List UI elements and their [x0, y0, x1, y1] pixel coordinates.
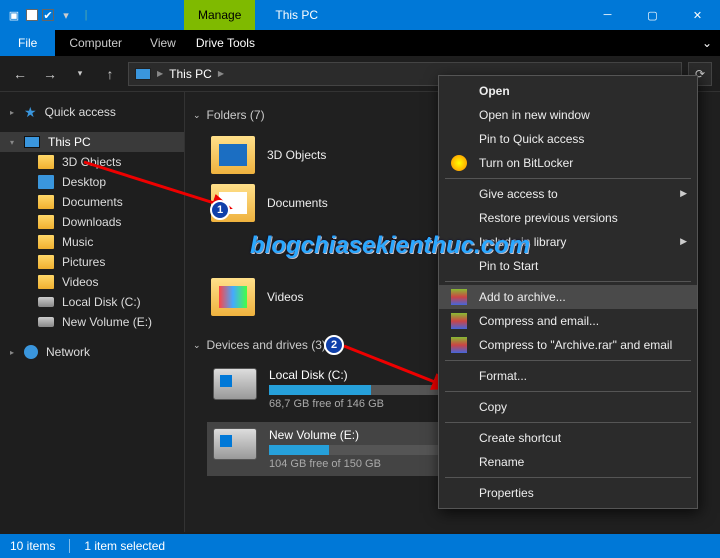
tab-computer[interactable]: Computer — [55, 30, 136, 56]
sidebar-item-desktop[interactable]: Desktop — [0, 172, 184, 192]
chevron-icon: ▶ — [218, 69, 224, 78]
usage-bar — [269, 445, 461, 455]
pc-icon — [135, 68, 151, 80]
up-button[interactable]: ↑ — [98, 62, 122, 86]
annotation-badge-1: 1 — [210, 200, 230, 220]
separator — [445, 477, 691, 478]
sidebar-item-quickaccess[interactable]: ▸★Quick access — [0, 102, 184, 122]
ctx-copy[interactable]: Copy — [439, 395, 697, 419]
ctx-pin-quick[interactable]: Pin to Quick access — [439, 127, 697, 151]
separator — [445, 178, 691, 179]
sidebar-item-documents[interactable]: Documents — [0, 192, 184, 212]
qat-dropdown-icon[interactable]: ▾ — [58, 7, 74, 23]
separator — [445, 391, 691, 392]
context-menu: Open Open in new window Pin to Quick acc… — [438, 75, 698, 509]
star-icon: ★ — [24, 105, 37, 119]
folder-icon — [211, 136, 255, 174]
ribbon: File Computer View Drive Tools ⌄ — [0, 30, 720, 56]
sidebar-item-pictures[interactable]: Pictures — [0, 252, 184, 272]
ctx-open[interactable]: Open — [439, 79, 697, 103]
tab-drive-tools[interactable]: Drive Tools — [190, 30, 450, 56]
pc-icon — [24, 136, 40, 148]
folder-icon — [38, 255, 54, 269]
drive-newvolume[interactable]: New Volume (E:) 104 GB free of 150 GB — [207, 422, 467, 476]
ctx-format[interactable]: Format... — [439, 364, 697, 388]
close-button[interactable]: ✕ — [675, 0, 720, 30]
ctx-bitlocker[interactable]: Turn on BitLocker — [439, 151, 697, 175]
separator — [445, 281, 691, 282]
qat-newfolder-icon[interactable]: ✔ — [42, 9, 54, 21]
breadcrumb-thispc[interactable]: This PC — [169, 67, 212, 81]
ctx-open-new-window[interactable]: Open in new window — [439, 103, 697, 127]
qat-divider: | — [78, 7, 94, 23]
qat-properties-icon[interactable] — [26, 9, 38, 21]
separator — [445, 422, 691, 423]
manage-tab[interactable]: Manage — [184, 0, 255, 30]
ctx-pin-start[interactable]: Pin to Start — [439, 254, 697, 278]
window-title: This PC — [255, 0, 585, 30]
folder-tile-videos[interactable]: Videos — [207, 274, 427, 320]
ctx-compress-named[interactable]: Compress to "Archive.rar" and email — [439, 333, 697, 357]
folder-icon — [38, 175, 54, 189]
minimize-button[interactable]: ─ — [585, 0, 630, 30]
ribbon-expand-icon[interactable]: ⌄ — [694, 30, 720, 56]
tab-file[interactable]: File — [0, 30, 55, 56]
chevron-icon: ▶ — [157, 69, 163, 78]
sidebar-item-3dobjects[interactable]: 3D Objects — [0, 152, 184, 172]
sidebar-item-thispc[interactable]: ▾This PC — [0, 132, 184, 152]
sidebar-item-downloads[interactable]: Downloads — [0, 212, 184, 232]
recent-dropdown[interactable]: ▾ — [68, 62, 92, 86]
ctx-give-access[interactable]: Give access to▶ — [439, 182, 697, 206]
usage-bar — [269, 385, 461, 395]
ctx-restore[interactable]: Restore previous versions — [439, 206, 697, 230]
folder-icon — [211, 278, 255, 316]
folder-tile-documents[interactable]: Documents — [207, 180, 427, 226]
sidebar-item-network[interactable]: ▸Network — [0, 342, 184, 362]
disk-icon — [38, 317, 54, 327]
titlebar: ▣ ✔ ▾ | Manage This PC ─ ▢ ✕ — [0, 0, 720, 30]
maximize-button[interactable]: ▢ — [630, 0, 675, 30]
chevron-right-icon: ▶ — [680, 188, 687, 199]
app-icon: ▣ — [6, 7, 22, 23]
rar-icon — [451, 313, 467, 329]
sidebar-item-videos[interactable]: Videos — [0, 272, 184, 292]
ctx-add-archive[interactable]: Add to archive... — [439, 285, 697, 309]
nav-pane: ▸★Quick access ▾This PC 3D Objects Deskt… — [0, 92, 185, 532]
annotation-badge-2: 2 — [324, 335, 344, 355]
folder-icon — [38, 235, 54, 249]
disk-icon — [213, 368, 257, 400]
folder-icon — [38, 195, 54, 209]
ctx-include-library[interactable]: Include in library▶ — [439, 230, 697, 254]
status-item-count: 10 items — [10, 539, 55, 553]
ctx-compress-email[interactable]: Compress and email... — [439, 309, 697, 333]
ctx-properties[interactable]: Properties — [439, 481, 697, 505]
ctx-rename[interactable]: Rename — [439, 450, 697, 474]
status-selected: 1 item selected — [84, 539, 165, 553]
tab-view[interactable]: View — [136, 30, 190, 56]
network-icon — [24, 345, 38, 359]
sidebar-item-newvolume[interactable]: New Volume (E:) — [0, 312, 184, 332]
back-button[interactable]: ← — [8, 62, 32, 86]
shield-icon — [451, 155, 467, 171]
separator — [445, 360, 691, 361]
disk-icon — [213, 428, 257, 460]
folder-icon — [38, 275, 54, 289]
ctx-create-shortcut[interactable]: Create shortcut — [439, 426, 697, 450]
sidebar-item-music[interactable]: Music — [0, 232, 184, 252]
sidebar-item-localdisk[interactable]: Local Disk (C:) — [0, 292, 184, 312]
disk-icon — [38, 297, 54, 307]
folder-icon — [38, 155, 54, 169]
chevron-down-icon: ⌄ — [193, 110, 201, 121]
folder-icon — [38, 215, 54, 229]
drive-localdisk[interactable]: Local Disk (C:) 68,7 GB free of 146 GB — [207, 362, 467, 416]
chevron-down-icon: ⌄ — [193, 340, 201, 351]
rar-icon — [451, 337, 467, 353]
forward-button[interactable]: → — [38, 62, 62, 86]
rar-icon — [451, 289, 467, 305]
folder-tile-3dobjects[interactable]: 3D Objects — [207, 132, 427, 178]
status-bar: 10 items 1 item selected — [0, 534, 720, 558]
chevron-right-icon: ▶ — [680, 236, 687, 247]
